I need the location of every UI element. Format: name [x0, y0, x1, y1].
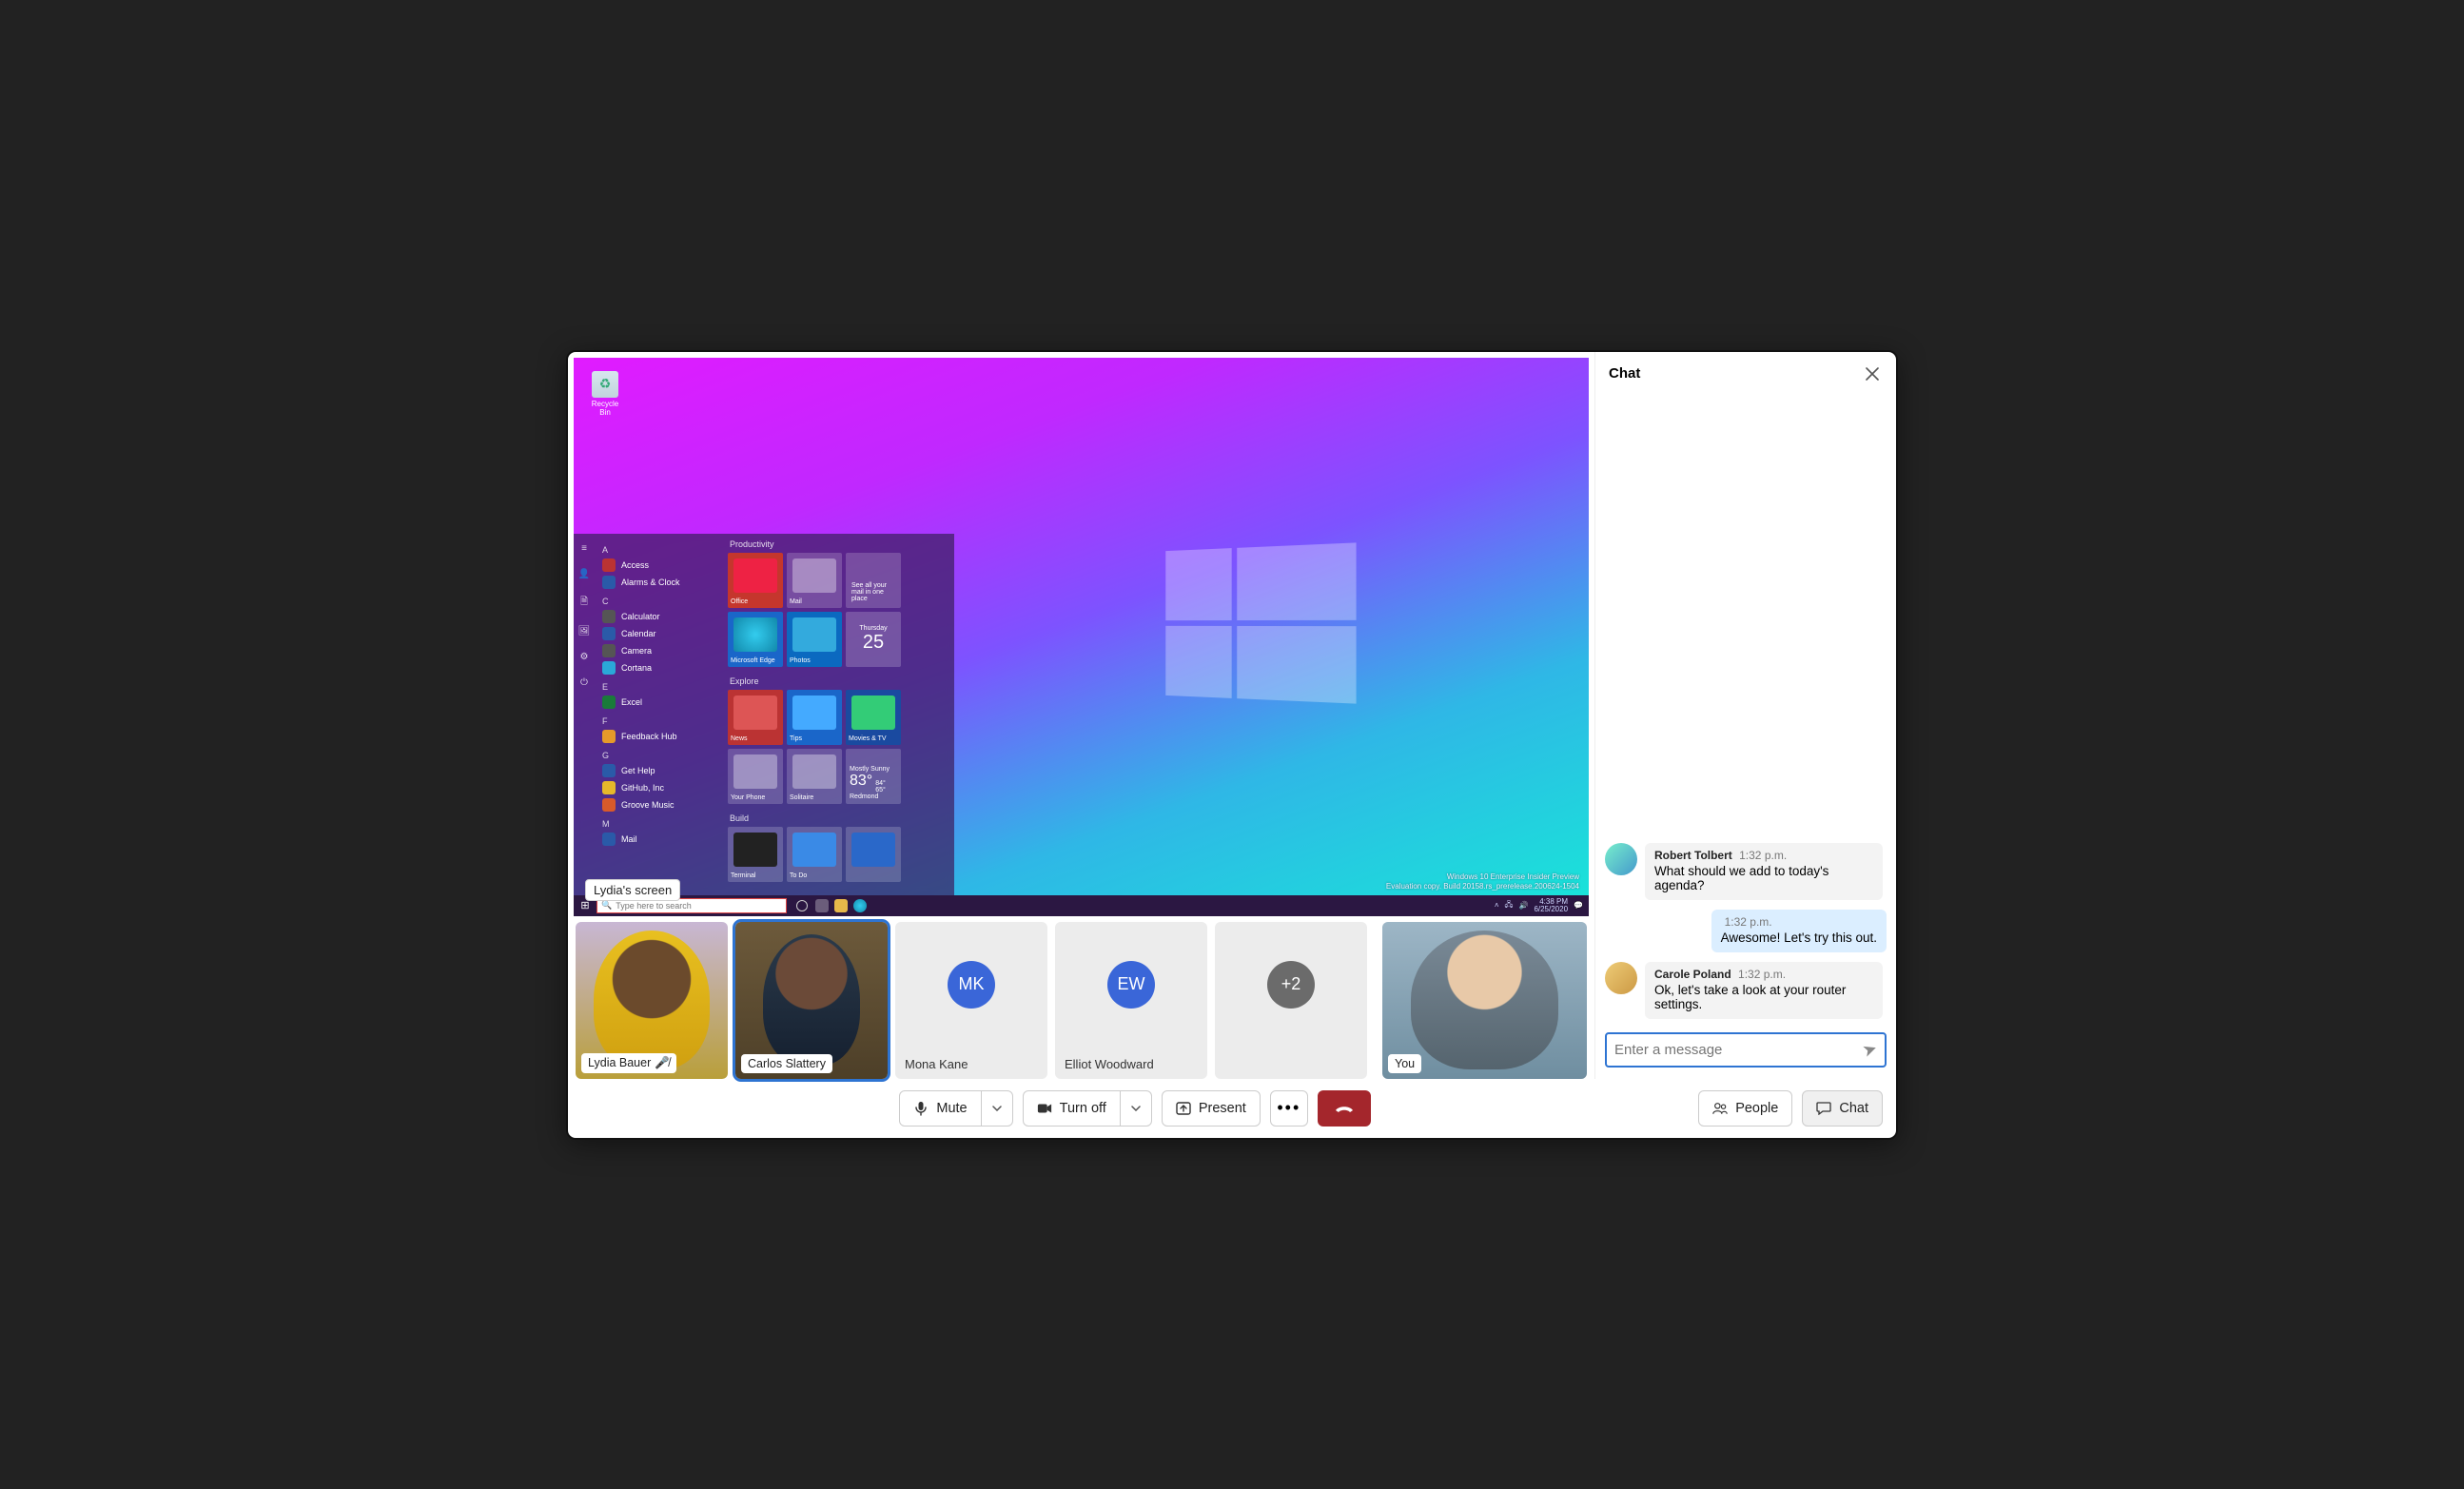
- end-call-button[interactable]: [1318, 1090, 1371, 1127]
- call-controls: Mute Turn off: [568, 1079, 1896, 1138]
- camera-dropdown[interactable]: [1121, 1091, 1151, 1126]
- message-time: 1:32 p.m.: [1725, 915, 1772, 929]
- windows-watermark: Windows 10 Enterprise Insider Preview Ev…: [1386, 872, 1579, 891]
- start-menu: ≡👤🗎🖼⚙⏻ A Access Alarms & Clock C Calcula…: [574, 534, 954, 895]
- mute-label: Mute: [936, 1101, 967, 1116]
- camera-icon: [1037, 1101, 1052, 1116]
- participant-badge: Carlos Slattery: [741, 1054, 832, 1073]
- send-icon[interactable]: ➤: [1860, 1038, 1880, 1062]
- mic-icon: [913, 1101, 929, 1116]
- message-time: 1:32 p.m.: [1739, 849, 1787, 862]
- chat-panel: Chat Robert Tolbert 1:32 p.m. What shoul…: [1594, 352, 1896, 1079]
- participant-mona[interactable]: MK Mona Kane: [895, 922, 1047, 1079]
- chat-icon: [1816, 1101, 1831, 1116]
- upper-region: Lydia's screen Recycle Bin Windows 10 En…: [568, 352, 1896, 1079]
- participant-elliot[interactable]: EW Elliot Woodward: [1055, 922, 1207, 1079]
- camera-label: Turn off: [1060, 1101, 1106, 1116]
- participant-lydia[interactable]: Lydia Bauer 🎤̸: [576, 922, 728, 1079]
- taskbar-edge-icon: [853, 899, 867, 912]
- message-author: Carole Poland: [1654, 968, 1731, 981]
- avatar: [1605, 843, 1637, 875]
- search-icon: 🔍: [601, 900, 612, 911]
- mute-button[interactable]: Mute: [899, 1090, 1012, 1127]
- ellipsis-icon: •••: [1277, 1098, 1300, 1118]
- chat-input[interactable]: ➤: [1605, 1032, 1887, 1068]
- more-actions-button[interactable]: •••: [1270, 1090, 1308, 1127]
- present-button[interactable]: Present: [1162, 1090, 1261, 1127]
- chat-header: Chat: [1595, 352, 1896, 392]
- chat-message-self: 1:32 p.m. Awesome! Let's try this out.: [1605, 910, 1887, 952]
- overflow-count: +2: [1267, 961, 1315, 1009]
- avatar: [1605, 962, 1637, 994]
- hangup-icon: [1334, 1104, 1355, 1113]
- close-chat-button[interactable]: [1860, 362, 1885, 386]
- tray-volume-icon: 🔊: [1518, 901, 1528, 910]
- taskbar-clock: 4:38 PM 6/25/2020: [1534, 898, 1568, 913]
- chevron-down-icon: [992, 1106, 1002, 1111]
- participant-overflow[interactable]: +2: [1215, 922, 1367, 1079]
- taskbar-explorer-icon: [834, 899, 848, 912]
- chat-messages[interactable]: Robert Tolbert 1:32 p.m. What should we …: [1595, 392, 1896, 1025]
- shared-desktop: Recycle Bin Windows 10 Enterprise Inside…: [574, 358, 1589, 916]
- taskbar: ⊞ 🔍 Type here to search: [574, 895, 1589, 916]
- start-app-list: A Access Alarms & Clock C Calculator Cal…: [595, 534, 728, 895]
- chat-toggle-button[interactable]: Chat: [1802, 1090, 1883, 1127]
- mute-dropdown[interactable]: [982, 1091, 1012, 1126]
- camera-button[interactable]: Turn off: [1023, 1090, 1152, 1127]
- taskbar-cortana-icon: [796, 900, 808, 911]
- message-text: What should we add to today's agenda?: [1654, 864, 1873, 892]
- participant-badge: Lydia Bauer 🎤̸: [581, 1053, 676, 1073]
- taskbar-taskview-icon: [815, 899, 829, 912]
- participant-badge: You: [1388, 1054, 1421, 1073]
- message-text: Ok, let's take a look at your router set…: [1654, 983, 1873, 1011]
- chat-input-field[interactable]: [1614, 1042, 1863, 1058]
- windows-logo: [1165, 543, 1356, 704]
- present-label: Present: [1199, 1101, 1246, 1116]
- participant-self[interactable]: You: [1382, 922, 1587, 1079]
- recycle-bin-label: Recycle Bin: [592, 400, 618, 417]
- recycle-bin-icon: Recycle Bin: [587, 371, 623, 417]
- message-author: Robert Tolbert: [1654, 849, 1732, 862]
- taskbar-search-placeholder: Type here to search: [616, 901, 692, 911]
- share-screen-icon: [1176, 1101, 1191, 1116]
- taskbar-tray: ˄ 🖧 🔊 4:38 PM 6/25/2020 💬: [1495, 898, 1589, 913]
- participant-strip: Lydia Bauer 🎤̸ Carlos Slattery MK Mona K…: [568, 916, 1594, 1079]
- mute-button-main[interactable]: Mute: [900, 1091, 981, 1126]
- message-text: Awesome! Let's try this out.: [1721, 931, 1877, 945]
- meeting-window: Lydia's screen Recycle Bin Windows 10 En…: [566, 350, 1898, 1140]
- people-label: People: [1735, 1101, 1778, 1116]
- muted-icon: 🎤̸: [655, 1056, 670, 1070]
- people-button[interactable]: People: [1698, 1090, 1792, 1127]
- close-icon: [1866, 367, 1879, 381]
- people-icon: [1712, 1101, 1728, 1116]
- participant-name: Mona Kane: [905, 1057, 968, 1071]
- avatar-initials: EW: [1107, 961, 1155, 1009]
- start-rail: ≡👤🗎🖼⚙⏻: [574, 534, 595, 895]
- stage: Lydia's screen Recycle Bin Windows 10 En…: [568, 352, 1594, 1079]
- avatar-initials: MK: [948, 961, 995, 1009]
- tray-chevron-icon: ˄: [1495, 901, 1499, 910]
- chat-message: Robert Tolbert 1:32 p.m. What should we …: [1605, 843, 1887, 900]
- chevron-down-icon: [1131, 1106, 1141, 1111]
- message-time: 1:32 p.m.: [1738, 968, 1786, 981]
- presenter-label: Lydia's screen: [585, 879, 680, 901]
- participant-carlos[interactable]: Carlos Slattery: [735, 922, 888, 1079]
- participant-name: Elliot Woodward: [1065, 1057, 1154, 1071]
- chat-title: Chat: [1609, 365, 1640, 382]
- start-tiles: Productivity Office Mail See all your ma…: [728, 534, 954, 895]
- camera-button-main[interactable]: Turn off: [1024, 1091, 1121, 1126]
- chat-toggle-label: Chat: [1839, 1101, 1868, 1116]
- tray-notifications-icon: 💬: [1574, 901, 1583, 910]
- tray-network-icon: 🖧: [1505, 899, 1514, 912]
- shared-screen[interactable]: Lydia's screen Recycle Bin Windows 10 En…: [574, 358, 1589, 916]
- chat-message: Carole Poland 1:32 p.m. Ok, let's take a…: [1605, 962, 1887, 1019]
